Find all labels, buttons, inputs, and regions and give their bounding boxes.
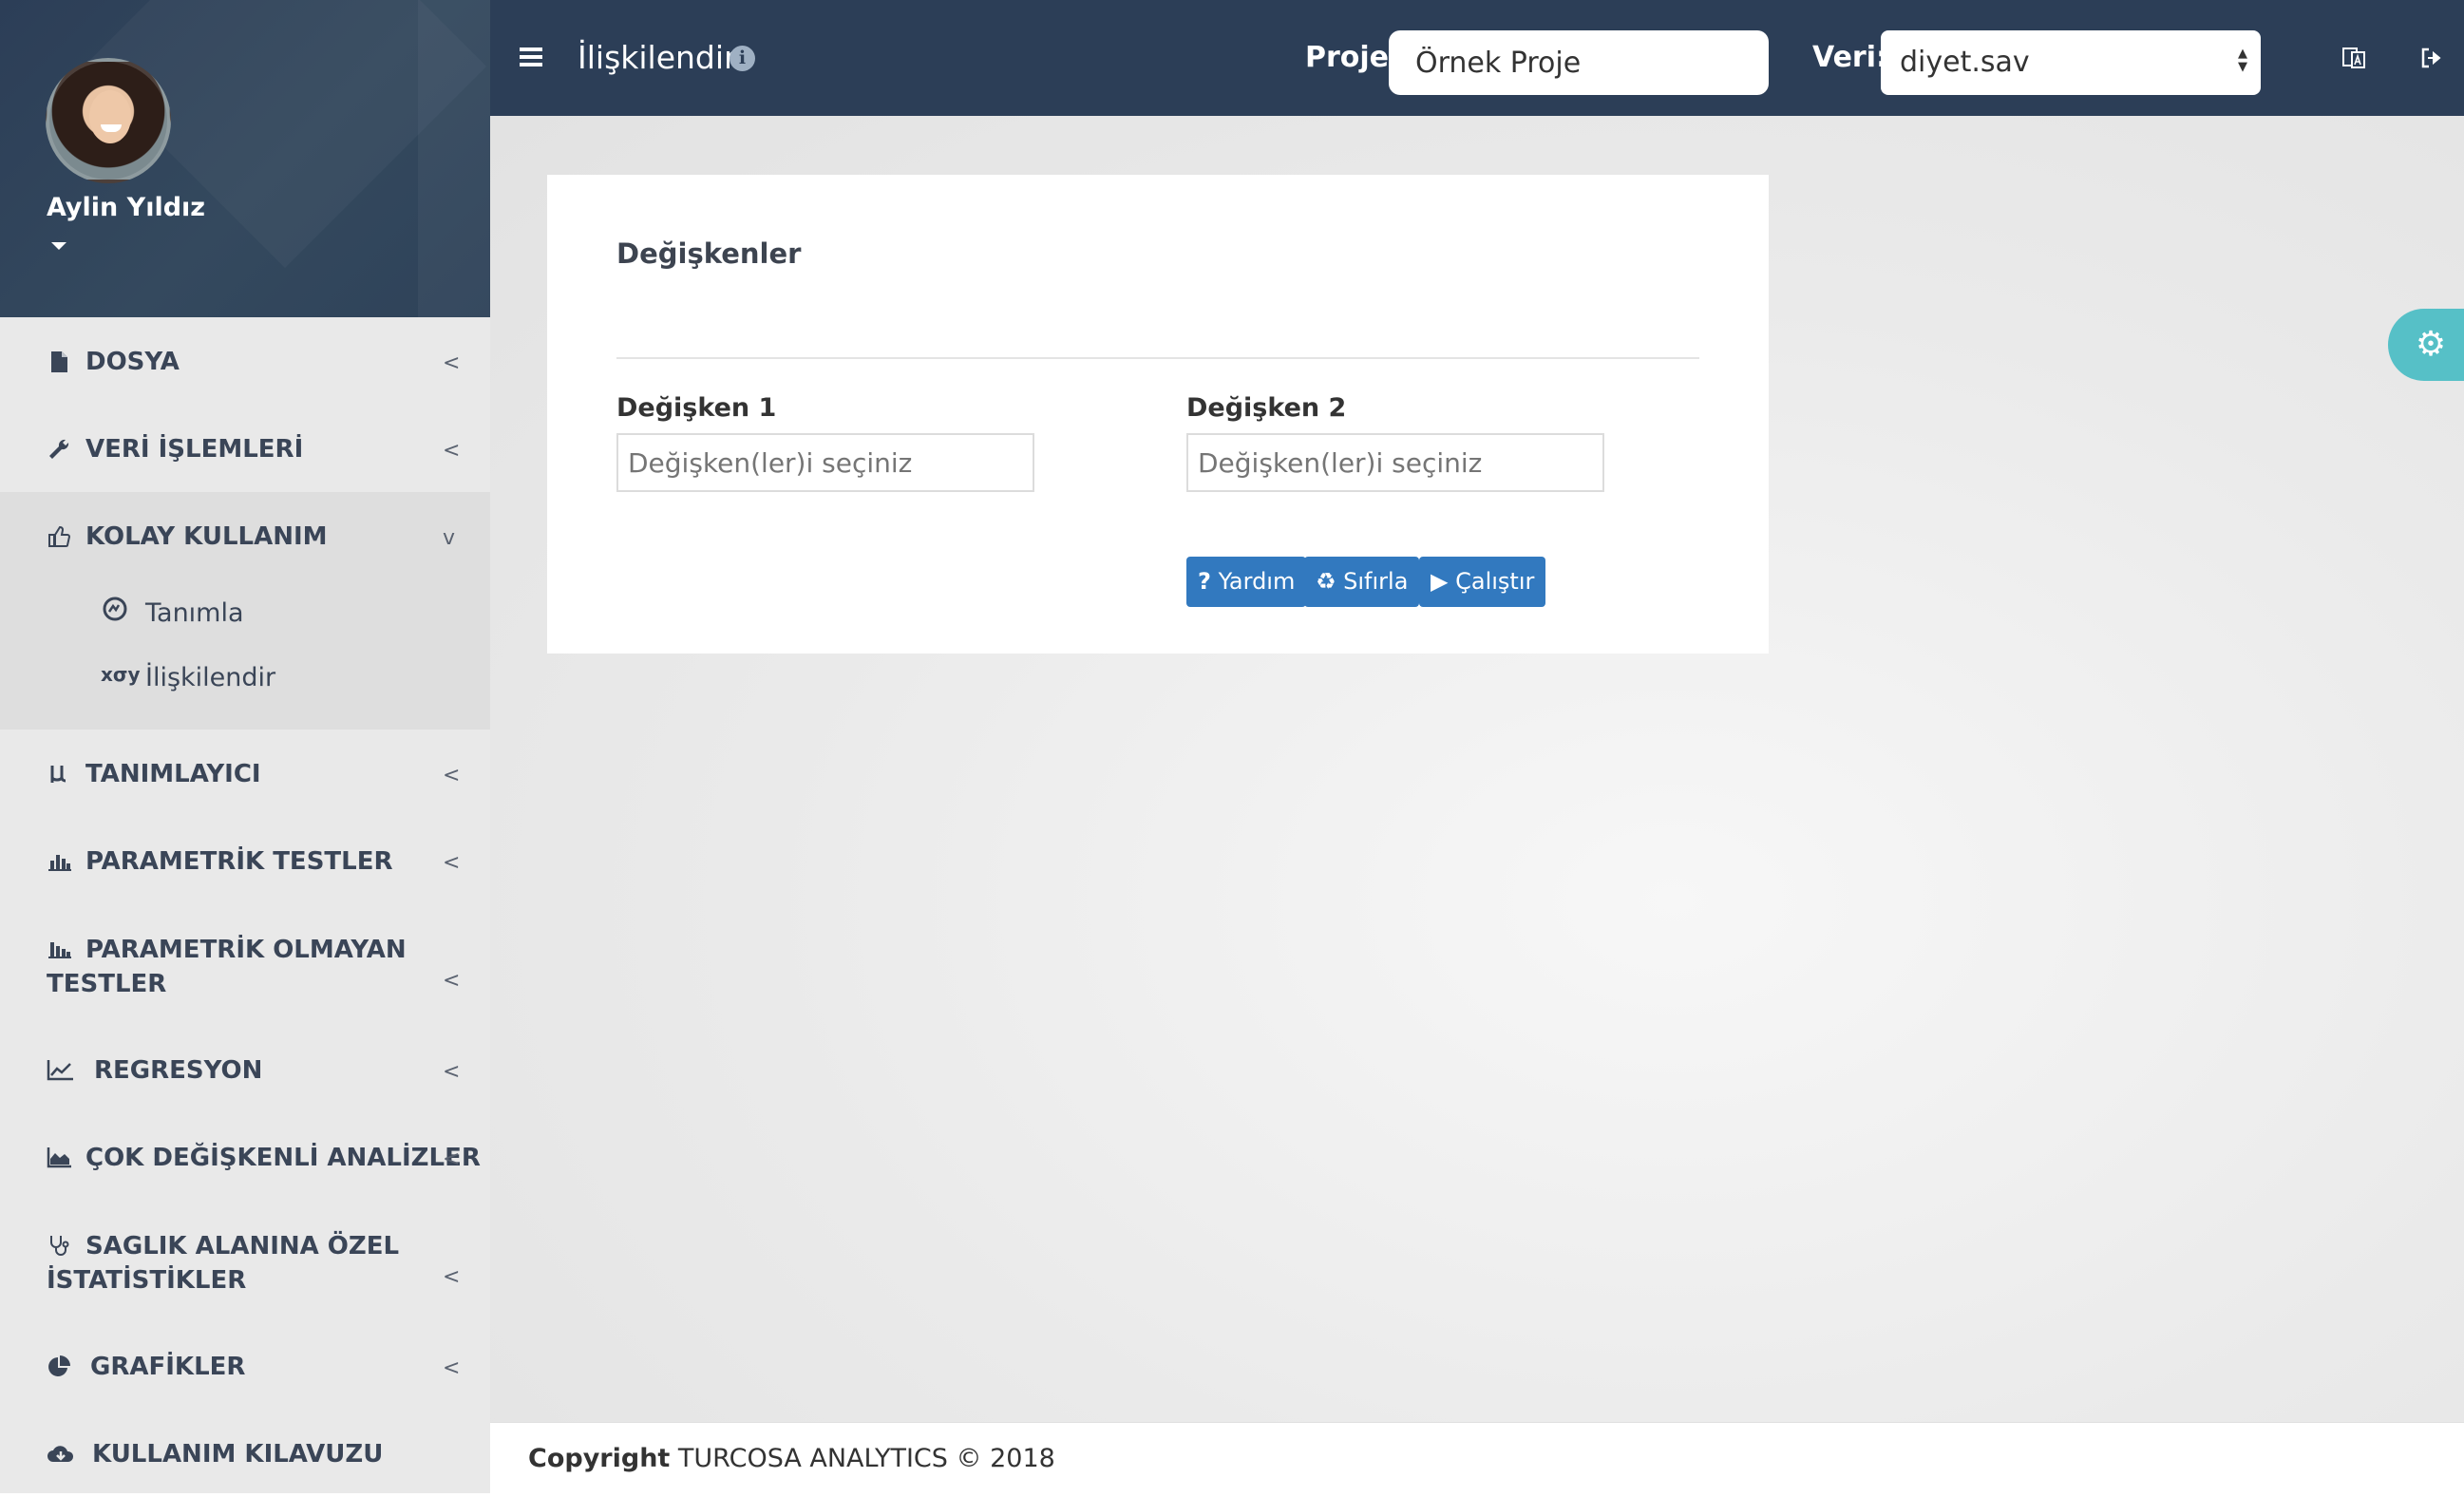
sidebar-item-label: DOSYA: [85, 348, 180, 376]
recycle-icon: ♻: [1316, 568, 1336, 595]
sidebar-item-parametrik-testler[interactable]: PARAMETRİK TESTLER <: [0, 817, 490, 904]
sidebar-item-parametrik-olmayan-testler[interactable]: PARAMETRİK OLMAYAN TESTLER <: [0, 904, 490, 1026]
copyright-label: Copyright: [528, 1444, 671, 1473]
sidebar-item-grafikler[interactable]: GRAFİKLER <: [0, 1322, 490, 1410]
sidebar-item-veri-islemleri[interactable]: VERİ İŞLEMLERİ <: [0, 405, 490, 492]
copyright-owner: TURCOSA ANALYTICS © 2018: [677, 1444, 1055, 1473]
submenu-item-iliskilendir[interactable]: xσy İlişkilendir: [0, 644, 490, 709]
sidebar-item-label: PARAMETRİK OLMAYAN TESTLER: [47, 936, 407, 998]
run-button[interactable]: ▶ Çalıştır: [1419, 557, 1546, 607]
help-icon: ?: [1198, 568, 1211, 595]
sidebar-item-label: KULLANIM KILAVUZU: [92, 1440, 384, 1469]
reset-button-label: Sıfırla: [1343, 568, 1409, 595]
sidebar-item-label: SAGLIK ALANINA ÖZEL İSTATİSTİKLER: [47, 1232, 400, 1295]
sidebar: Aylin Yıldız DOSYA < VERİ İŞLEMLERİ < KO…: [0, 0, 490, 1493]
page-title: İlişkilendir: [578, 39, 737, 76]
main-content: Değişkenler Değişken 1 Değişken 2 ? Yard…: [490, 116, 2464, 1422]
user-profile-panel: Aylin Yıldız: [0, 0, 490, 317]
run-button-label: Çalıştır: [1455, 568, 1535, 595]
describe-icon: [103, 597, 127, 621]
chevron-left-icon: <: [443, 351, 461, 375]
sidebar-item-label: ÇOK DEĞİŞKENLİ ANALİZLER: [85, 1144, 481, 1172]
thumbs-up-icon: [48, 525, 71, 547]
copyright-text: Copyright TURCOSA ANALYTICS © 2018: [528, 1444, 1055, 1473]
chevron-left-icon: <: [443, 1060, 461, 1084]
logout-icon[interactable]: [2418, 45, 2445, 71]
help-button-label: Yardım: [1218, 568, 1296, 595]
user-menu-caret-icon[interactable]: [51, 242, 66, 250]
sidebar-item-cok-degiskenli-analizler[interactable]: ÇOK DEĞİŞKENLİ ANALİZLER <: [0, 1113, 490, 1201]
chevron-left-icon: <: [443, 851, 461, 875]
chevron-left-icon: <: [443, 969, 461, 993]
footer: Copyright TURCOSA ANALYTICS © 2018: [490, 1422, 2464, 1493]
line-chart-icon: [47, 1060, 73, 1081]
file-icon: [51, 351, 67, 372]
area-chart-icon: [47, 1147, 71, 1168]
submenu-item-label: Tanımla: [145, 598, 244, 628]
help-button[interactable]: ? Yardım: [1186, 557, 1307, 607]
sidebar-item-label: TANIMLAYICI: [85, 760, 261, 788]
cloud-download-icon: [47, 1446, 74, 1462]
wrench-icon: [49, 439, 69, 459]
variable-2-label: Değişken 2: [1186, 393, 1347, 423]
select-arrows-icon: ▲ ▼: [2238, 47, 2247, 74]
submenu-item-tanimla[interactable]: Tanımla: [0, 579, 490, 644]
variable-2-input[interactable]: [1186, 433, 1604, 492]
pie-chart-icon: [48, 1355, 70, 1376]
divider: [616, 357, 1699, 359]
sidebar-item-label: REGRESYON: [94, 1056, 263, 1085]
data-file-select[interactable]: diyet.sav ▲ ▼: [1881, 30, 2261, 95]
project-input[interactable]: [1389, 30, 1769, 95]
top-bar: İlişkilendir i Proje: Veri: diyet.sav ▲▼: [490, 0, 2464, 116]
play-icon: ▶: [1431, 568, 1449, 595]
bar-chart-icon: [48, 855, 71, 871]
sidebar-item-label: VERİ İŞLEMLERİ: [85, 435, 304, 464]
hamburger-menu-icon[interactable]: [520, 47, 542, 66]
chevron-left-icon: <: [443, 764, 461, 787]
chevron-left-icon: <: [443, 1265, 461, 1289]
sidebar-item-regresyon[interactable]: REGRESYON <: [0, 1026, 490, 1113]
data-label: Veri:: [1812, 41, 1887, 74]
settings-gear-icon[interactable]: ⚙: [2388, 309, 2464, 381]
sidebar-item-label: GRAFİKLER: [90, 1353, 246, 1381]
variable-1-label: Değişken 1: [616, 393, 777, 423]
variable-1-input[interactable]: [616, 433, 1034, 492]
sidebar-menu: DOSYA < VERİ İŞLEMLERİ < KOLAY KULLANIM …: [0, 317, 490, 1497]
submenu-item-label: İlişkilendir: [145, 663, 276, 692]
sidebar-item-tanimlayici[interactable]: TANIMLAYICI <: [0, 730, 490, 817]
variables-panel: Değişkenler Değişken 1 Değişken 2 ? Yard…: [547, 175, 1769, 654]
chevron-left-icon: <: [443, 1147, 461, 1171]
info-icon[interactable]: i: [730, 46, 755, 71]
sidebar-item-kullanim-kilavuzu[interactable]: KULLANIM KILAVUZU: [0, 1410, 490, 1497]
reset-button[interactable]: ♻ Sıfırla: [1304, 557, 1420, 607]
translate-icon[interactable]: [2341, 45, 2367, 71]
mu-icon: [50, 766, 66, 783]
sidebar-item-label: PARAMETRİK TESTLER: [85, 847, 393, 876]
sidebar-item-dosya[interactable]: DOSYA <: [0, 317, 490, 405]
avatar[interactable]: [46, 58, 171, 183]
chevron-left-icon: <: [443, 1356, 461, 1380]
sidebar-item-saglik-istatistikler[interactable]: SAGLIK ALANINA ÖZEL İSTATİSTİKLER <: [0, 1201, 490, 1322]
sidebar-item-kolay-kullanim[interactable]: KOLAY KULLANIM v Tanımla xσy İlişkilendi…: [0, 492, 490, 730]
correlate-icon: xσy: [101, 663, 141, 686]
submenu-kolay-kullanim: Tanımla xσy İlişkilendir: [0, 579, 490, 709]
chevron-left-icon: <: [443, 439, 461, 463]
user-name[interactable]: Aylin Yıldız: [47, 193, 205, 222]
data-file-select-value: diyet.sav: [1900, 46, 2030, 79]
project-label: Proje:: [1305, 41, 1401, 74]
chevron-down-icon: v: [443, 526, 456, 550]
sidebar-item-label: KOLAY KULLANIM: [85, 522, 328, 551]
panel-title: Değişkenler: [616, 237, 802, 270]
